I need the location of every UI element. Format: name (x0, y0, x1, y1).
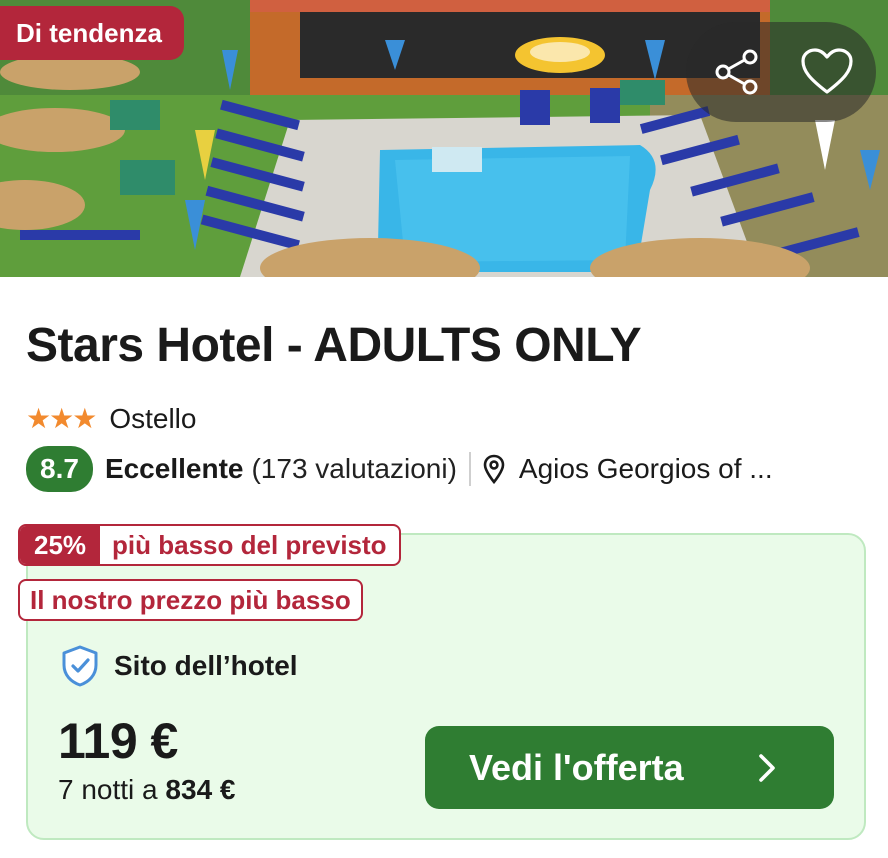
rating-location-row: 8.7 Eccellente (173 valutazioni) Agios G… (26, 446, 876, 492)
location-text[interactable]: Agios Georgios of ... (519, 453, 773, 485)
hotel-type: Ostello (109, 402, 197, 434)
discount-tag: 25% più basso del previsto (18, 524, 401, 566)
share-button[interactable] (692, 22, 782, 122)
view-offer-button[interactable]: Vedi l'offerta (425, 726, 834, 809)
star-rating-icon: ★★★ (26, 403, 97, 434)
rating-count[interactable]: (173 valutazioni) (251, 453, 456, 485)
score-badge: 8.7 (26, 446, 93, 492)
hotel-photo[interactable]: Di tendenza (0, 0, 888, 277)
total-price-line: 7 notti a 834 € (58, 774, 236, 806)
separator (468, 452, 471, 486)
nights-prefix: 7 notti a (58, 774, 158, 805)
lowest-price-tag: Il nostro prezzo più basso (18, 579, 363, 621)
rating-word: Eccellente (104, 453, 244, 484)
discount-text: più basso del previsto (112, 530, 387, 560)
discount-percent: 25% (20, 526, 101, 564)
location-pin-icon (483, 454, 505, 484)
nightly-price: 119 € (58, 713, 178, 769)
provider-row: Sito dell’hotel (60, 644, 298, 688)
provider-name: Sito dell’hotel (114, 650, 298, 681)
view-offer-label: Vedi l'offerta (469, 746, 684, 788)
hotel-name[interactable]: Stars Hotel - ADULTS ONLY (26, 318, 642, 373)
favorite-button[interactable] (782, 22, 872, 122)
total-price: 834 € (165, 774, 236, 805)
chevron-right-icon (758, 753, 776, 788)
share-icon (715, 49, 758, 95)
shield-check-icon (60, 644, 100, 688)
heart-icon (801, 48, 853, 94)
hotel-category-row: ★★★ Ostello (26, 402, 196, 435)
trending-badge: Di tendenza (0, 6, 184, 60)
photo-actions (686, 22, 876, 122)
